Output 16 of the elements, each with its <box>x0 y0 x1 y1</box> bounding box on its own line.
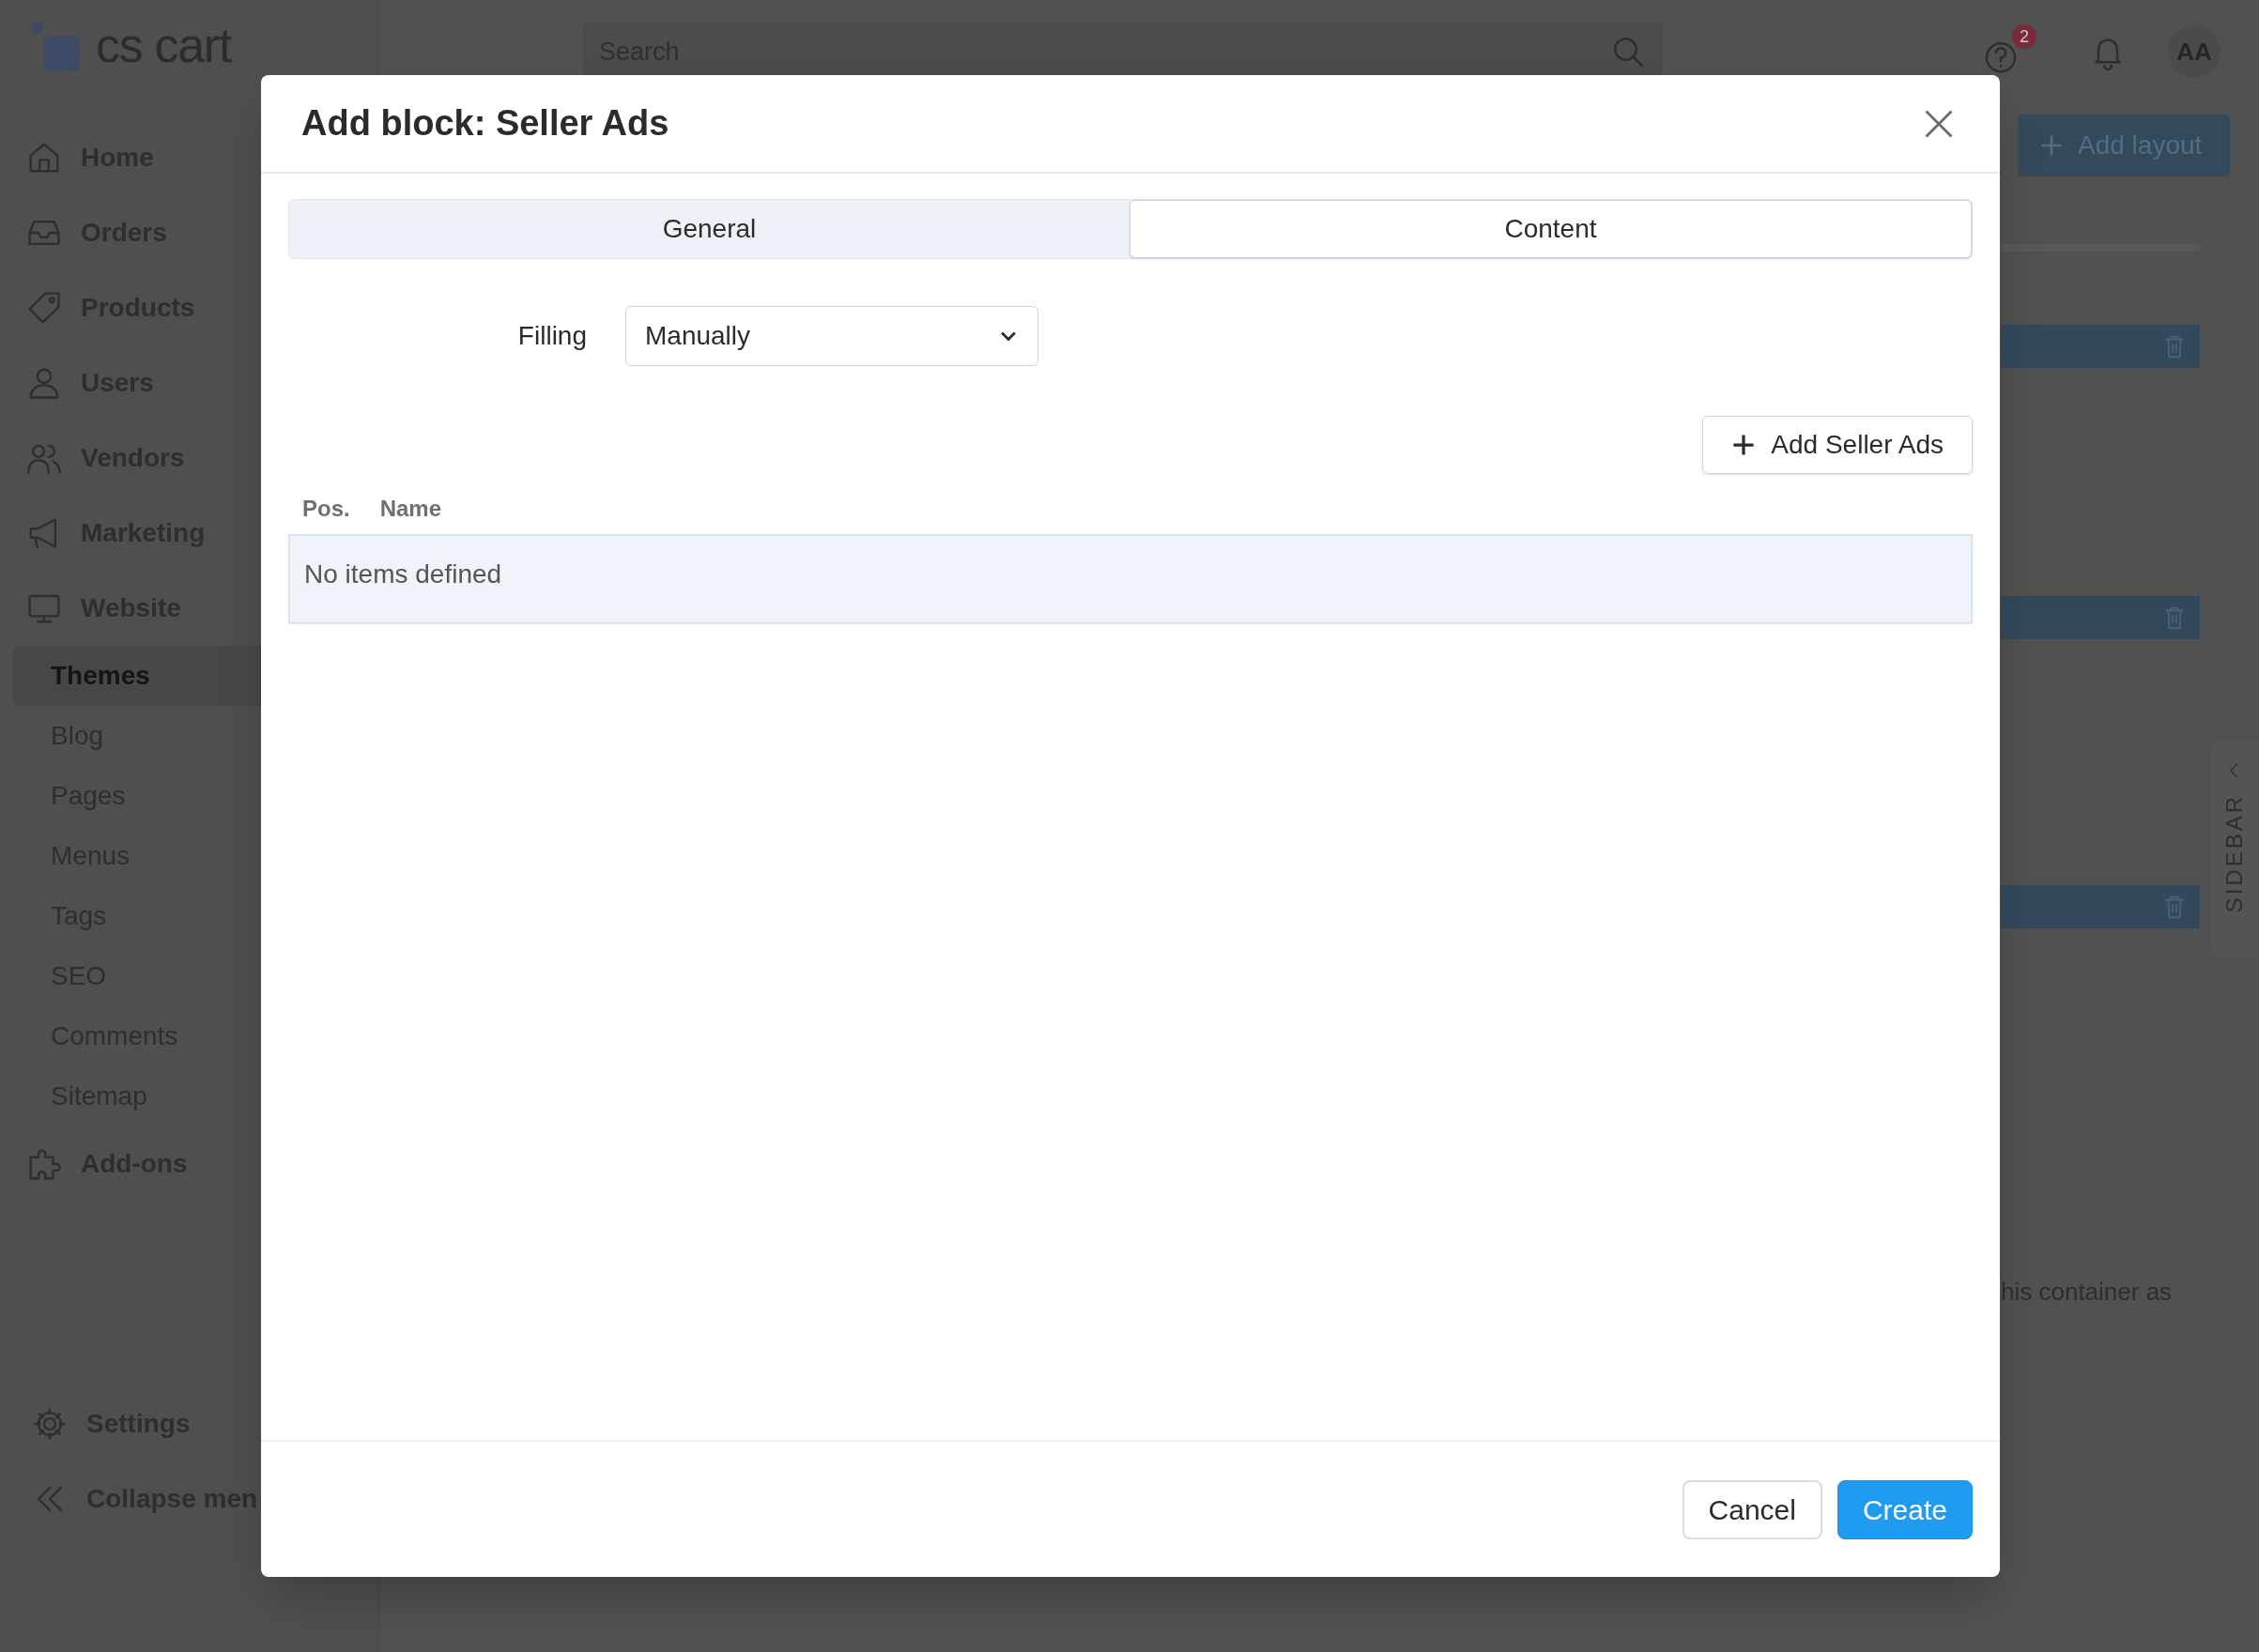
column-header: Pos. <box>302 495 350 523</box>
column-header: Name <box>379 495 442 523</box>
tab[interactable]: General <box>289 200 1130 258</box>
field-label: Filling <box>516 320 587 352</box>
create-button[interactable]: Create <box>1836 1479 1973 1539</box>
notification-badge: 2 <box>2012 24 2036 49</box>
cancel-button[interactable]: Cancel <box>1682 1479 1822 1539</box>
add-seller-ads-button[interactable]: Add Seller Ads <box>1702 416 1973 474</box>
plus-icon <box>1731 433 1757 457</box>
tag-icon <box>26 290 62 326</box>
modal-title: Add block: Seller Ads <box>301 102 669 145</box>
settings-icon <box>32 1406 68 1442</box>
help-button[interactable]: 2 <box>1982 24 2036 79</box>
tab[interactable]: Content <box>1130 200 1972 258</box>
filling-select[interactable]: Manually <box>625 306 1038 366</box>
empty-table-row: No items defined <box>288 534 1973 624</box>
